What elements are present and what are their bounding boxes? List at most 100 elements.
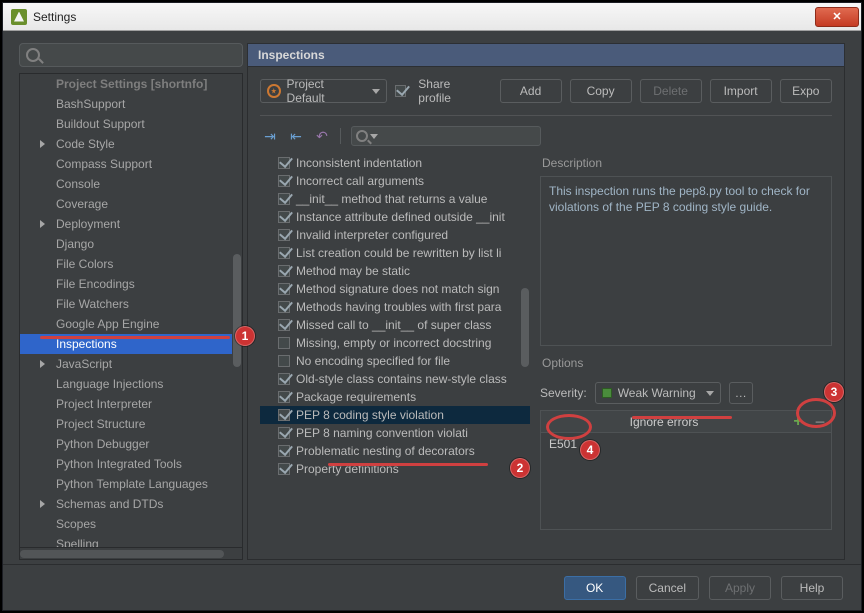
help-button[interactable]: Help (781, 576, 843, 600)
inspection-item-label: Method signature does not match sign (296, 282, 499, 296)
titlebar: Settings ✕ (3, 3, 861, 31)
checkbox-icon[interactable] (278, 265, 290, 277)
expand-arrow-icon (40, 140, 45, 148)
inspection-item[interactable]: Missed call to __init__ of super class (260, 316, 530, 334)
expand-all-icon[interactable]: ⇥ (260, 126, 280, 146)
inspection-item-label: Missing, empty or incorrect docstring (296, 336, 491, 350)
inspection-item[interactable]: Package requirements (260, 388, 530, 406)
severity-more-button[interactable]: … (729, 382, 753, 404)
chevron-down-icon (372, 89, 380, 94)
tree-item[interactable]: Console (20, 174, 242, 194)
delete-button[interactable]: Delete (640, 79, 702, 103)
checkbox-icon[interactable] (278, 427, 290, 439)
ok-button[interactable]: OK (564, 576, 626, 600)
tree-item[interactable]: Schemas and DTDs (20, 494, 242, 514)
tree-item[interactable]: Deployment (20, 214, 242, 234)
cancel-button[interactable]: Cancel (636, 576, 699, 600)
share-profile-checkbox[interactable]: Share profile (395, 77, 484, 105)
inspection-item[interactable]: Methods having troubles with first para (260, 298, 530, 316)
checkbox-icon[interactable] (278, 211, 290, 223)
tree-item[interactable]: Buildout Support (20, 114, 242, 134)
checkbox-icon[interactable] (278, 229, 290, 241)
export-button[interactable]: Expo (780, 79, 832, 103)
inspection-item[interactable]: Instance attribute defined outside __ini… (260, 208, 530, 226)
tree-h-scrollbar[interactable] (19, 548, 243, 560)
checkbox-icon[interactable] (278, 337, 290, 349)
tree-item[interactable]: Project Interpreter (20, 394, 242, 414)
checkbox-icon[interactable] (278, 391, 290, 403)
checkbox-icon[interactable] (278, 247, 290, 259)
tree-item-label: Python Integrated Tools (56, 457, 182, 471)
reset-icon[interactable]: ↶ (312, 126, 332, 146)
tree-item[interactable]: Spelling (20, 534, 242, 548)
tree-item[interactable]: Language Injections (20, 374, 242, 394)
inspection-item[interactable]: Missing, empty or incorrect docstring (260, 334, 530, 352)
tree-item[interactable]: Python Template Languages (20, 474, 242, 494)
checkbox-icon[interactable] (278, 355, 290, 367)
inspection-item-label: Method may be static (296, 264, 410, 278)
expand-arrow-icon (40, 220, 45, 228)
collapse-all-icon[interactable]: ⇤ (286, 126, 306, 146)
inspection-item[interactable]: PEP 8 coding style violation (260, 406, 530, 424)
tree-item[interactable]: Google App Engine (20, 314, 242, 334)
profile-dropdown[interactable]: Project Default (260, 79, 387, 103)
severity-dropdown[interactable]: Weak Warning (595, 382, 721, 404)
add-button[interactable]: Add (500, 79, 562, 103)
tree-item[interactable]: Code Style (20, 134, 242, 154)
tree-item-label: Language Injections (56, 377, 163, 391)
tree-item[interactable]: File Watchers (20, 294, 242, 314)
tree-item[interactable]: Compass Support (20, 154, 242, 174)
import-button[interactable]: Import (710, 79, 772, 103)
tree-item[interactable]: Coverage (20, 194, 242, 214)
inspection-item[interactable]: Inconsistent indentation (260, 154, 530, 172)
inspection-list[interactable]: Inconsistent indentationIncorrect call a… (260, 154, 530, 549)
tree-item[interactable]: BashSupport (20, 94, 242, 114)
checkbox-icon[interactable] (278, 445, 290, 457)
tree-item[interactable]: File Encodings (20, 274, 242, 294)
inspection-item[interactable]: List creation could be rewritten by list… (260, 244, 530, 262)
search-icon (356, 130, 368, 142)
tree-item[interactable]: Django (20, 234, 242, 254)
window-close-button[interactable]: ✕ (815, 7, 859, 27)
checkbox-icon[interactable] (278, 175, 290, 187)
tree-item[interactable]: JavaScript (20, 354, 242, 374)
tree-scrollbar[interactable] (232, 74, 242, 547)
copy-button[interactable]: Copy (570, 79, 632, 103)
tree-item-label: File Watchers (56, 297, 129, 311)
settings-tree[interactable]: Project Settings [shortnfo] BashSupportB… (19, 73, 243, 548)
checkbox-icon[interactable] (278, 193, 290, 205)
apply-button[interactable]: Apply (709, 576, 771, 600)
inspection-scrollbar[interactable] (520, 154, 530, 549)
checkbox-icon[interactable] (278, 301, 290, 313)
tree-item[interactable]: File Colors (20, 254, 242, 274)
inspection-item[interactable]: Invalid interpreter configured (260, 226, 530, 244)
tree-item[interactable]: Scopes (20, 514, 242, 534)
checkbox-icon[interactable] (278, 373, 290, 385)
checkbox-icon[interactable] (278, 463, 290, 475)
checkbox-icon[interactable] (278, 283, 290, 295)
annotation-circle-3 (796, 398, 836, 428)
tree-item-label: Django (56, 237, 94, 251)
inspection-item[interactable]: No encoding specified for file (260, 352, 530, 370)
tree-item[interactable]: Python Debugger (20, 434, 242, 454)
inspection-filter-input[interactable] (351, 126, 541, 146)
inspection-item[interactable]: Incorrect call arguments (260, 172, 530, 190)
inspection-item[interactable]: Method signature does not match sign (260, 280, 530, 298)
inspection-item[interactable]: Problematic nesting of decorators (260, 442, 530, 460)
checkbox-icon[interactable] (278, 319, 290, 331)
inspection-item-label: Missed call to __init__ of super class (296, 318, 491, 332)
tree-item[interactable]: Project Structure (20, 414, 242, 434)
search-icon (26, 48, 40, 62)
inspection-item[interactable]: Method may be static (260, 262, 530, 280)
gear-icon (267, 84, 281, 98)
inspection-item[interactable]: __init__ method that returns a value (260, 190, 530, 208)
chevron-down-icon (706, 391, 714, 396)
checkbox-icon[interactable] (278, 409, 290, 421)
inspection-item[interactable]: Old-style class contains new-style class (260, 370, 530, 388)
tree-item[interactable]: Python Integrated Tools (20, 454, 242, 474)
inspection-item[interactable]: PEP 8 naming convention violati (260, 424, 530, 442)
settings-search-input[interactable] (19, 43, 243, 67)
expand-arrow-icon (40, 500, 45, 508)
checkbox-icon[interactable] (278, 157, 290, 169)
tree-item-label: JavaScript (56, 357, 112, 371)
